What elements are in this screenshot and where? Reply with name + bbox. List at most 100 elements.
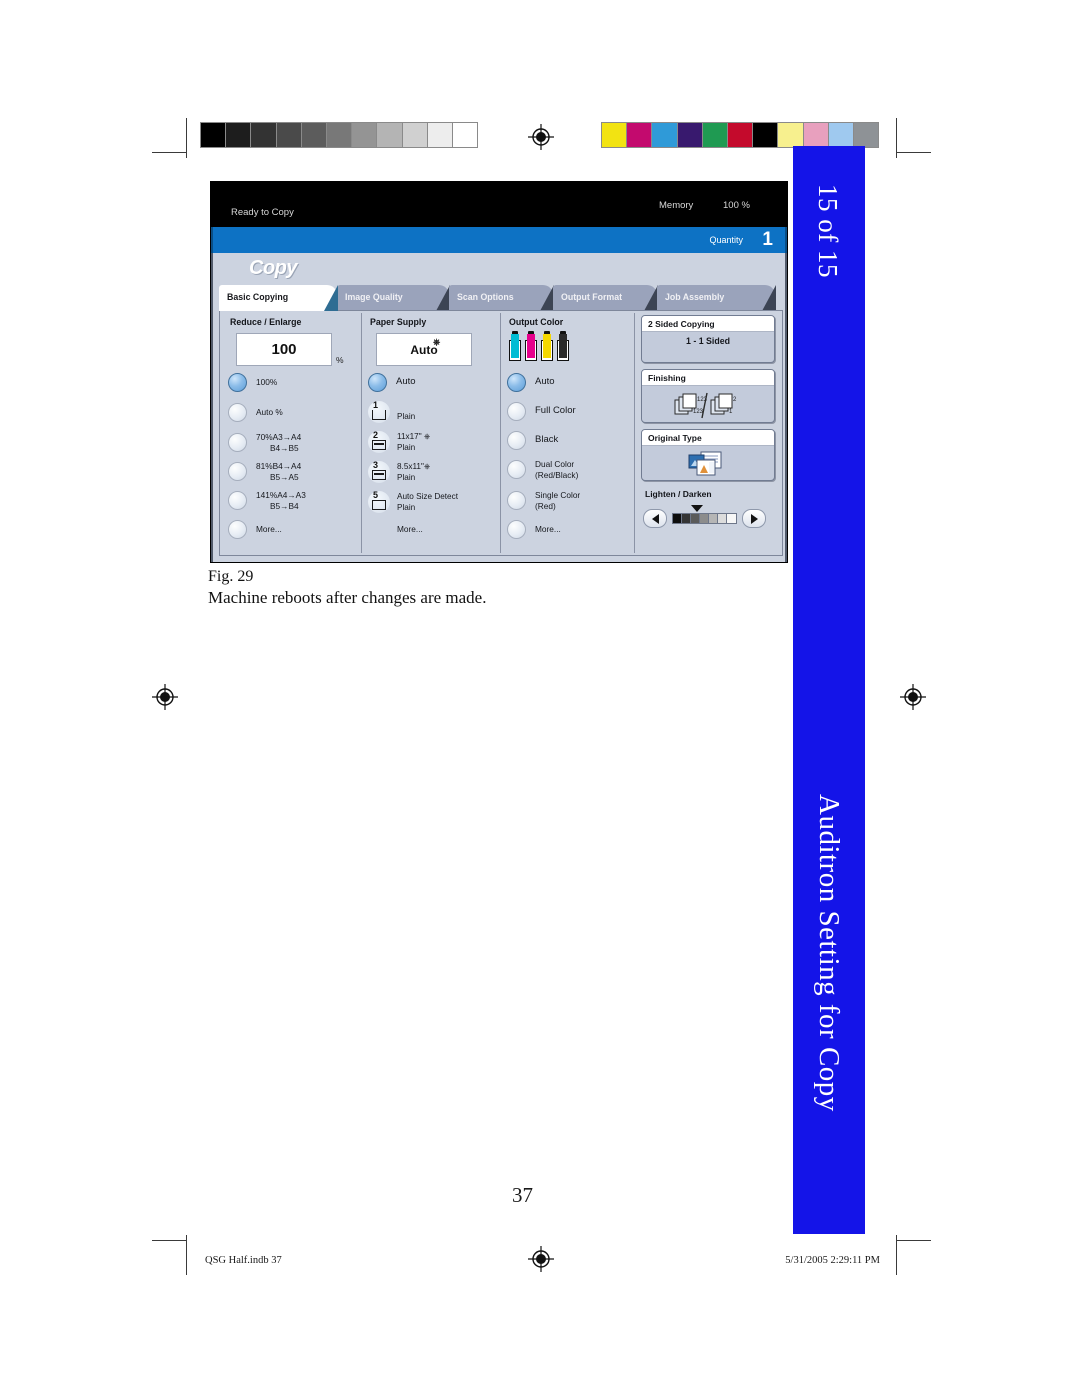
reduce-enlarge-option-70[interactable]: 70%A3→A4 B4→B5 xyxy=(228,432,301,453)
option-label-2: B5→B4 xyxy=(270,500,299,511)
tab-scan-options[interactable]: Scan Options xyxy=(449,285,554,311)
option-label: 141%A4→A3 xyxy=(256,490,306,500)
paper-tray-5[interactable]: 5 Auto Size Detect Plain xyxy=(368,490,458,513)
paper-supply-option-auto[interactable]: Auto xyxy=(368,373,416,392)
tray-3-size: 8.5x11" xyxy=(397,462,424,471)
option-label: 81%B4→A4 xyxy=(256,461,302,471)
tab-job-assembly[interactable]: Job Assembly xyxy=(657,285,776,311)
paper-orientation-icon: ⎈ xyxy=(423,462,431,471)
lighten-darken-marker[interactable] xyxy=(691,505,703,512)
two-sided-copying-title: 2 Sided Copying xyxy=(648,319,715,329)
lighten-darken-step xyxy=(709,514,718,523)
reduce-enlarge-option-81[interactable]: 81%B4→A4 B5→A5 xyxy=(228,461,301,482)
paper-tray-3[interactable]: 3 8.5x11"⎈ Plain xyxy=(368,460,431,483)
lighten-darken-control xyxy=(643,505,766,528)
calibration-swatch xyxy=(778,123,804,147)
option-label-2: B5→A5 xyxy=(270,471,299,482)
option-label: Dual Color xyxy=(535,459,575,469)
calibration-swatch xyxy=(652,123,678,147)
left-arrow-icon xyxy=(651,513,659,524)
calibration-swatch xyxy=(377,123,403,147)
tab-image-quality[interactable]: Image Quality xyxy=(337,285,450,311)
tray-2-icon: 2 xyxy=(368,430,390,453)
paper-orientation-icon: ⎈ xyxy=(433,337,441,347)
radio-icon xyxy=(507,402,526,421)
reduce-enlarge-group: Reduce / Enlarge 100 % 100% Auto % 70%A3… xyxy=(222,313,362,553)
quantity-label: Quantity xyxy=(709,235,743,245)
radio-icon xyxy=(228,491,247,510)
output-color-option-single[interactable]: Single Color (Red) xyxy=(507,490,580,511)
option-label: Auto xyxy=(396,376,416,388)
calibration-swatch xyxy=(301,123,327,147)
registration-mark-right xyxy=(900,684,926,710)
option-label: Single Color xyxy=(535,490,581,500)
lighten-darken-step xyxy=(691,514,700,523)
option-label-2: (Red/Black) xyxy=(535,469,579,480)
original-type-title: Original Type xyxy=(648,433,702,443)
radio-icon xyxy=(507,373,526,392)
original-type-card[interactable]: Original Type xyxy=(641,429,775,481)
darken-button[interactable] xyxy=(742,509,766,528)
tab-basic-copying[interactable]: Basic Copying xyxy=(219,285,338,311)
tab-scan-options-label: Scan Options xyxy=(457,292,514,302)
figure-caption: Machine reboots after changes are made. xyxy=(208,588,487,607)
radio-icon xyxy=(228,403,247,422)
calibration-swatch xyxy=(727,123,754,147)
paper-supply-value-box[interactable]: Auto ⎈ xyxy=(376,333,472,366)
tab-output-format[interactable]: Output Format xyxy=(553,285,658,311)
photo-text-icon xyxy=(642,451,774,479)
lighten-darken-step xyxy=(727,514,736,523)
tray-number: 2 xyxy=(373,430,379,440)
output-color-option-auto[interactable]: Auto xyxy=(507,373,555,392)
lighten-darken-scale[interactable] xyxy=(672,513,737,524)
tray-5-type: Plain xyxy=(397,503,416,512)
option-label: More... xyxy=(535,524,561,535)
black-toner-icon xyxy=(557,331,569,361)
reduce-enlarge-unit: % xyxy=(336,355,344,365)
output-color-option-black[interactable]: Black xyxy=(507,431,558,450)
tab-job-assembly-label: Job Assembly xyxy=(665,292,725,302)
lighten-darken-step xyxy=(673,514,682,523)
magenta-toner-icon xyxy=(525,331,537,361)
two-sided-copying-card[interactable]: 2 Sided Copying 1 - 1 Sided xyxy=(641,315,775,363)
finishing-title: Finishing xyxy=(648,373,686,383)
reduce-enlarge-option-141[interactable]: 141%A4→A3 B5→B4 xyxy=(228,490,306,511)
reduce-enlarge-option-100[interactable]: 100% xyxy=(228,373,277,392)
lighten-darken-step xyxy=(700,514,709,523)
finishing-card[interactable]: Finishing 123 123 2 1 xyxy=(641,369,775,423)
tray-3-type: Plain xyxy=(397,473,416,482)
output-color-option-more[interactable]: More... xyxy=(507,520,561,539)
crop-tick-bottom-right xyxy=(897,1240,931,1241)
lighten-button[interactable] xyxy=(643,509,667,528)
yellow-toner-icon xyxy=(541,331,553,361)
chapter-side-tab: 15 of 15 Auditron Setting for Copy xyxy=(793,146,865,1234)
calibration-swatch xyxy=(402,123,428,147)
tab-notch xyxy=(324,285,338,311)
reduce-enlarge-option-auto[interactable]: Auto % xyxy=(228,403,283,422)
radio-icon xyxy=(507,431,526,450)
reduce-enlarge-value-box[interactable]: 100 xyxy=(236,333,332,366)
reduce-enlarge-option-more[interactable]: More... xyxy=(228,520,282,539)
card-header: Finishing xyxy=(642,370,774,386)
ready-status-text: Ready to Copy xyxy=(231,207,294,218)
card-header: 2 Sided Copying xyxy=(642,316,774,332)
tray-glyph xyxy=(372,500,386,510)
paper-tray-1[interactable]: 1 Plain xyxy=(368,400,415,423)
tab-basic-copying-label: Basic Copying xyxy=(227,292,289,302)
crop-tick-top-left xyxy=(152,152,186,153)
option-label-2: B4→B5 xyxy=(270,442,299,453)
calibration-swatch xyxy=(251,123,277,147)
figure-number: Fig. 29 xyxy=(208,568,254,585)
side-tab-chapter-title: Auditron Setting for Copy xyxy=(813,794,845,1112)
screen-body: Copy Basic Copying Image Quality Scan Op… xyxy=(211,253,787,562)
output-color-title: Output Color xyxy=(509,317,564,327)
calibration-swatch xyxy=(352,123,378,147)
output-color-option-dual[interactable]: Dual Color (Red/Black) xyxy=(507,459,578,480)
quantity-value: 1 xyxy=(762,229,773,250)
paper-supply-more[interactable]: More... xyxy=(397,524,423,535)
tray-2-type: Plain xyxy=(397,443,416,452)
option-label: Black xyxy=(535,434,559,446)
paper-tray-2[interactable]: 2 11x17" ⎈ Plain xyxy=(368,430,430,453)
output-color-option-full[interactable]: Full Color xyxy=(507,402,576,421)
calibration-swatch xyxy=(753,123,779,147)
